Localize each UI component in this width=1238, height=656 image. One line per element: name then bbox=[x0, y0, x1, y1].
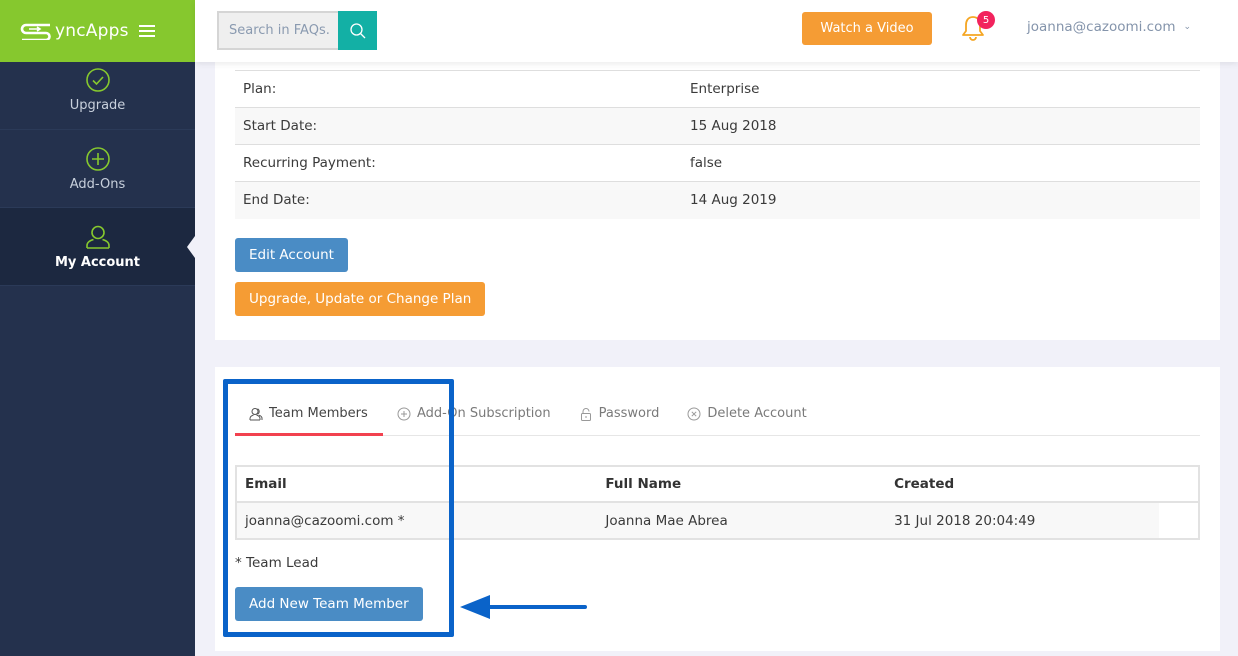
users-icon bbox=[249, 407, 263, 420]
brand-name-visual: ync bbox=[55, 21, 86, 41]
faq-search-input[interactable] bbox=[217, 11, 338, 50]
field-value: 15 Aug 2018 bbox=[690, 118, 777, 134]
search-button[interactable] bbox=[338, 11, 377, 50]
tab-team-members[interactable]: Team Members bbox=[235, 392, 383, 436]
tab-add-on-subscription[interactable]: Add-On Subscription bbox=[383, 392, 565, 435]
member-email: joanna@cazoomi.com * bbox=[236, 502, 598, 539]
field-label: Plan: bbox=[243, 81, 277, 97]
tab-label: Delete Account bbox=[707, 406, 807, 421]
column-header-blank bbox=[1158, 466, 1199, 503]
column-header-created: Created bbox=[886, 466, 1159, 503]
faq-search bbox=[217, 11, 377, 50]
chevron-down-icon: ⌄ bbox=[1183, 22, 1192, 32]
table-header-row: Email Full Name Created bbox=[236, 466, 1199, 503]
plus-circle-icon bbox=[85, 146, 110, 171]
column-header-email: Email bbox=[236, 466, 598, 503]
field-label: Recurring Payment: bbox=[243, 155, 376, 171]
sidebar-item-add-ons[interactable]: Add-Ons bbox=[0, 130, 195, 208]
active-pointer bbox=[187, 236, 195, 258]
tab-label: Add-On Subscription bbox=[417, 406, 551, 421]
tab-label: Password bbox=[598, 406, 660, 421]
field-value: Enterprise bbox=[690, 81, 760, 97]
brand-name-visual-2: Apps bbox=[85, 21, 129, 41]
logo-area: SyncApps yncApps bbox=[0, 0, 195, 62]
sidebar-item-label: My Account bbox=[54, 254, 141, 270]
tab-label: Team Members bbox=[269, 406, 368, 421]
column-header-full-name: Full Name bbox=[597, 466, 887, 503]
table-row: Plan: Enterprise bbox=[235, 70, 1200, 108]
member-created: 31 Jul 2018 20:04:49 bbox=[886, 502, 1159, 539]
team-lead-footnote: * Team Lead bbox=[235, 555, 319, 571]
field-value: false bbox=[690, 155, 723, 171]
top-bar: Watch a Video 5 joanna@cazoomi.com ⌄ bbox=[195, 0, 1238, 62]
field-label: Start Date: bbox=[243, 118, 318, 134]
plus-circle-icon bbox=[397, 407, 411, 420]
table-row: Recurring Payment: false bbox=[235, 144, 1200, 182]
sidebar-item-label: Upgrade bbox=[69, 98, 126, 113]
sidebar-item-upgrade[interactable]: Upgrade bbox=[0, 62, 195, 130]
syncapps-logo-icon bbox=[20, 23, 51, 40]
member-actions-cell bbox=[1158, 502, 1199, 539]
account-tabs-card: Team Members Add-On Subscription Passwor… bbox=[215, 367, 1220, 651]
brand-logo[interactable]: SyncApps yncApps bbox=[20, 21, 129, 41]
tab-password[interactable]: Password bbox=[565, 392, 674, 435]
sidebar-item-my-account[interactable]: My Account bbox=[0, 208, 195, 286]
watch-video-button[interactable]: Watch a Video bbox=[802, 12, 932, 45]
table-row: joanna@cazoomi.com * Joanna Mae Abrea 31… bbox=[236, 502, 1199, 539]
lock-icon bbox=[580, 407, 591, 421]
table-row: End Date: 14 Aug 2019 bbox=[235, 181, 1200, 219]
field-label: End Date: bbox=[243, 192, 310, 209]
team-members-table: Email Full Name Created joanna@cazoomi.c… bbox=[235, 465, 1200, 540]
arrow-left-icon bbox=[460, 595, 587, 619]
add-team-member-button[interactable]: Add New Team Member bbox=[235, 587, 423, 621]
menu-toggle-icon[interactable] bbox=[138, 25, 155, 37]
notification-count-badge: 5 bbox=[977, 11, 995, 29]
user-email: joanna@cazoomi.com bbox=[1027, 19, 1176, 35]
search-icon bbox=[349, 22, 365, 38]
field-value: 14 Aug 2019 bbox=[690, 192, 777, 209]
member-full-name: Joanna Mae Abrea bbox=[597, 502, 887, 539]
account-details-card: Plan: Enterprise Start Date: 15 Aug 2018… bbox=[215, 62, 1220, 340]
check-circle-icon bbox=[85, 68, 110, 92]
user-icon bbox=[85, 225, 110, 249]
edit-account-button[interactable]: Edit Account bbox=[235, 238, 348, 272]
x-circle-icon bbox=[687, 407, 701, 420]
account-info-table: Plan: Enterprise Start Date: 15 Aug 2018… bbox=[235, 70, 1200, 219]
tab-delete-account[interactable]: Delete Account bbox=[673, 392, 820, 435]
table-row: Start Date: 15 Aug 2018 bbox=[235, 107, 1200, 145]
sidebar-item-label: Add-Ons bbox=[69, 176, 126, 192]
account-tabs: Team Members Add-On Subscription Passwor… bbox=[235, 392, 1200, 436]
user-menu[interactable]: joanna@cazoomi.com ⌄ bbox=[1027, 19, 1191, 35]
upgrade-plan-button[interactable]: Upgrade, Update or Change Plan bbox=[235, 282, 486, 316]
sidebar: Upgrade Add-Ons My Account bbox=[0, 62, 195, 656]
